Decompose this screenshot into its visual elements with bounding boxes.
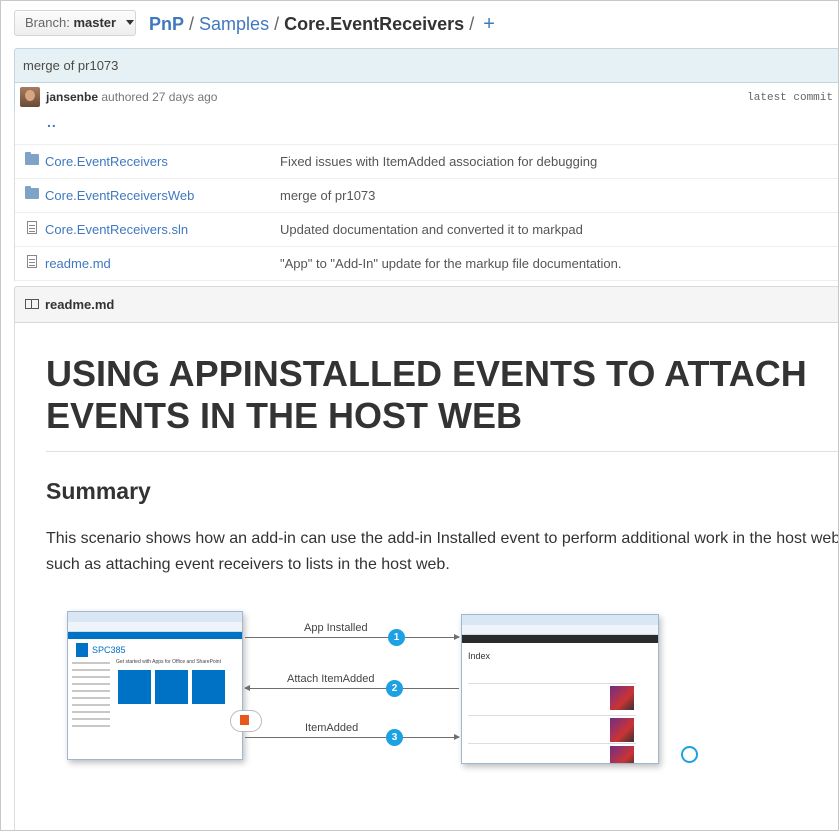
avatar[interactable] — [20, 87, 40, 107]
index-heading: Index — [468, 651, 491, 661]
add-file-button[interactable]: + — [483, 13, 495, 35]
breadcrumb-current: Core.EventReceivers — [284, 14, 465, 34]
breadcrumb: PnP / Samples / Core.EventReceivers / + — [149, 12, 495, 36]
book-icon — [25, 299, 39, 309]
file-row: Core.EventReceivers Fixed issues with It… — [15, 145, 838, 179]
step-label: ItemAdded — [305, 722, 359, 734]
host-web-window: SPC385 Get started with Apps for Office … — [67, 611, 243, 760]
arrow-right — [245, 734, 460, 740]
latest-commit-link[interactable]: latest commit — [747, 92, 833, 104]
caret-down-icon — [125, 20, 134, 25]
heading-divider — [46, 451, 838, 452]
readme-content: USING APPINSTALLED EVENTS TO ATTACH EVEN… — [14, 323, 839, 830]
file-name-link[interactable]: readme.md — [45, 247, 111, 280]
file-name-link[interactable]: Core.EventReceiversWeb — [45, 179, 194, 212]
folder-icon — [25, 186, 39, 199]
file-row: Core.EventReceivers.sln Updated document… — [15, 213, 838, 247]
latest-commit-box: merge of pr1073 jansenbe authored 27 day… — [14, 48, 838, 112]
file-name-link[interactable]: Core.EventReceivers.sln — [45, 213, 188, 246]
file-name-link[interactable]: Core.EventReceivers — [45, 145, 168, 178]
branch-name: master — [73, 15, 117, 30]
summary-heading: Summary — [46, 478, 151, 504]
tile — [192, 670, 225, 704]
summary-text: This scenario shows how an add-in can us… — [46, 530, 839, 573]
globe-icon — [681, 746, 698, 763]
host-web-heading: Get started with Apps for Office and Sha… — [116, 659, 221, 665]
breadcrumb-sep: / — [274, 14, 280, 34]
file-icon — [25, 221, 37, 235]
file-list: .. Core.EventReceivers Fixed issues with… — [14, 111, 838, 281]
branch-selector[interactable]: Branch: master — [14, 10, 136, 36]
commit-meta: jansenbe authored 27 days ago latest com… — [15, 82, 838, 112]
breadcrumb-samples[interactable]: Samples — [199, 14, 269, 34]
file-commit-message[interactable]: Fixed issues with ItemAdded association … — [280, 145, 597, 178]
parent-dir-link[interactable]: .. — [47, 106, 57, 139]
file-icon — [25, 255, 37, 269]
step-label: App Installed — [304, 622, 368, 634]
addin-window: Index — [461, 614, 659, 764]
folder-icon — [25, 152, 39, 165]
arrow-left — [244, 685, 459, 691]
site-title: SPC385 — [92, 645, 126, 655]
page: Branch: master PnP / Samples / Core.EventRec… — [0, 0, 839, 831]
file-row: Core.EventReceiversWeb merge of pr1073 — [15, 179, 838, 213]
step-badge: 2 — [386, 680, 403, 697]
step-badge: 3 — [386, 729, 403, 746]
branch-label: Branch: — [25, 15, 70, 30]
commit-time: authored 27 days ago — [101, 90, 218, 104]
commit-author-line: jansenbe authored 27 days ago — [46, 90, 217, 104]
readme-heading: USING APPINSTALLED EVENTS TO ATTACH EVEN… — [46, 353, 807, 436]
breadcrumb-pnp[interactable]: PnP — [149, 14, 184, 34]
file-commit-message[interactable]: merge of pr1073 — [280, 179, 375, 212]
commit-message[interactable]: merge of pr1073 — [23, 58, 118, 73]
step-badge: 1 — [388, 629, 405, 646]
file-row: readme.md "App" to "Add-In" update for t… — [15, 247, 838, 281]
parent-dir-row[interactable]: .. — [15, 111, 838, 145]
architecture-diagram: SPC385 Get started with Apps for Office … — [55, 585, 755, 785]
readme-title: readme.md — [45, 297, 115, 312]
file-commit-message[interactable]: Updated documentation and converted it t… — [280, 213, 583, 246]
readme-header: readme.md — [14, 286, 838, 323]
breadcrumb-sep: / — [189, 14, 195, 34]
arrow-right — [245, 634, 460, 640]
sharepoint-logo-icon — [76, 643, 88, 657]
office-cloud-icon — [230, 710, 262, 732]
step-label: Attach ItemAdded — [287, 673, 375, 685]
tile — [155, 670, 188, 704]
file-commit-message[interactable]: "App" to "Add-In" update for the markup … — [280, 247, 622, 280]
tile — [118, 670, 151, 704]
breadcrumb-sep: / — [469, 14, 475, 34]
commit-author[interactable]: jansenbe — [46, 90, 98, 104]
